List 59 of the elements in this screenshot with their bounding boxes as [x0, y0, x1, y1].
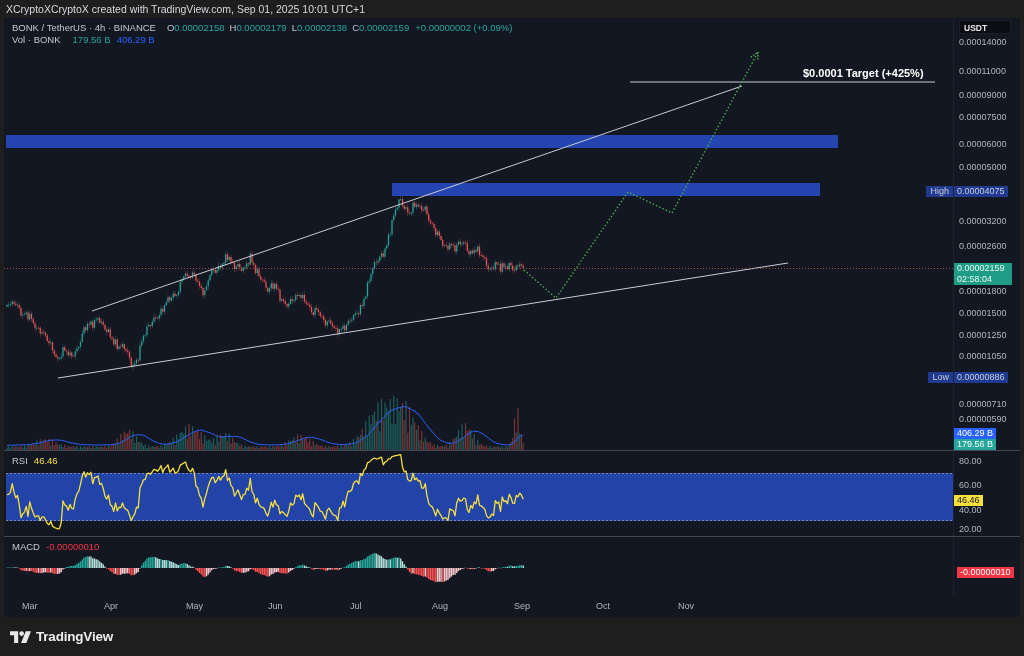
time-axis-label: Aug [432, 601, 448, 611]
indicator-title: MACD [12, 541, 40, 552]
rsi-tick-label: 20.00 [959, 524, 982, 534]
brand-name: TradingView [36, 629, 114, 644]
time-axis-label: Sep [514, 601, 530, 611]
time-axis-label: Nov [678, 601, 694, 611]
macd-value-tag: -0.00000010 [957, 567, 1014, 578]
ohlc-label: H [229, 22, 237, 33]
ohlc-label: O [166, 22, 175, 33]
attribution-text: XCryptoXCryptoX created with TradingView.com, Sep 01, 2025 10:01 UTC+1 [6, 3, 366, 15]
price-tick-label: 0.00007500 [959, 112, 1007, 122]
ohlc-value: 0.00002179 [236, 22, 287, 33]
price-tick-label: 0.00000710 [959, 399, 1007, 409]
price-tick-label: 0.00001050 [959, 351, 1007, 361]
price-tick-label: 0.00006000 [959, 139, 1007, 149]
price-tick-label: 0.00014000 [959, 37, 1007, 47]
ohlc-value: 0.00002138 [296, 22, 348, 33]
currency-button[interactable]: USDT [959, 20, 1011, 34]
price-tick-label: 0.00000590 [959, 414, 1007, 424]
price-tick-label: 0.00001500 [959, 308, 1007, 318]
time-axis-label: Oct [596, 601, 610, 611]
last-price-label: 0.00002159 [954, 263, 1012, 274]
ohlc-label: L [291, 22, 297, 33]
rsi-value: 46.46 [33, 455, 58, 466]
rsi-tick-label: 80.00 [959, 456, 982, 466]
price-change: +0.00000002 (+0.09%) [415, 22, 513, 33]
macd-value: -0.00000010 [46, 541, 100, 552]
volume-value: 406.29 B [116, 34, 155, 45]
volume-value: 179.56 B [72, 34, 111, 45]
countdown-label: 02:58:04 [954, 274, 1012, 285]
volume-title: Vol · BONK [12, 34, 61, 45]
time-axis-label: Jul [350, 601, 362, 611]
ohlc-value: 0.00002159 [359, 22, 410, 33]
ohlc-label: C [352, 22, 359, 33]
time-axis-label: Mar [22, 601, 38, 611]
indicator-title: RSI [12, 455, 28, 466]
rsi-value-tag: 46.46 [954, 495, 983, 506]
price-tick-label: 0.00001250 [959, 330, 1007, 340]
symbol-title: BONK / TetherUS · 4h · BINANCE [12, 22, 156, 33]
time-axis-label: May [186, 601, 203, 611]
price-tick-label: 0.00009000 [959, 90, 1007, 100]
price-tick-label: 0.00011000 [959, 66, 1006, 76]
low-tag: Low [928, 372, 953, 383]
target-label: $0.0001 Target (+425%) [803, 67, 924, 80]
volume-tag: 179.56 B [954, 439, 997, 450]
high-tag: High [926, 186, 953, 197]
ohlc-value: 0.00002158 [174, 22, 225, 33]
low-price-label: 0.00000886 [954, 372, 1008, 383]
price-tick-label: 0.00001800 [959, 286, 1007, 296]
volume-tag: 406.29 B [954, 428, 997, 439]
high-price-label: 0.00004075 [954, 186, 1008, 197]
logo-icon [10, 630, 31, 643]
time-axis-label: Jun [268, 601, 283, 611]
rsi-tick-label: 60.00 [959, 480, 982, 490]
price-tick-label: 0.00005000 [959, 162, 1007, 172]
rsi-tick-label: 40.00 [959, 505, 982, 515]
price-tick-label: 0.00002600 [959, 241, 1007, 251]
time-axis-label: Apr [104, 601, 118, 611]
price-tick-label: 0.00003200 [959, 216, 1007, 226]
